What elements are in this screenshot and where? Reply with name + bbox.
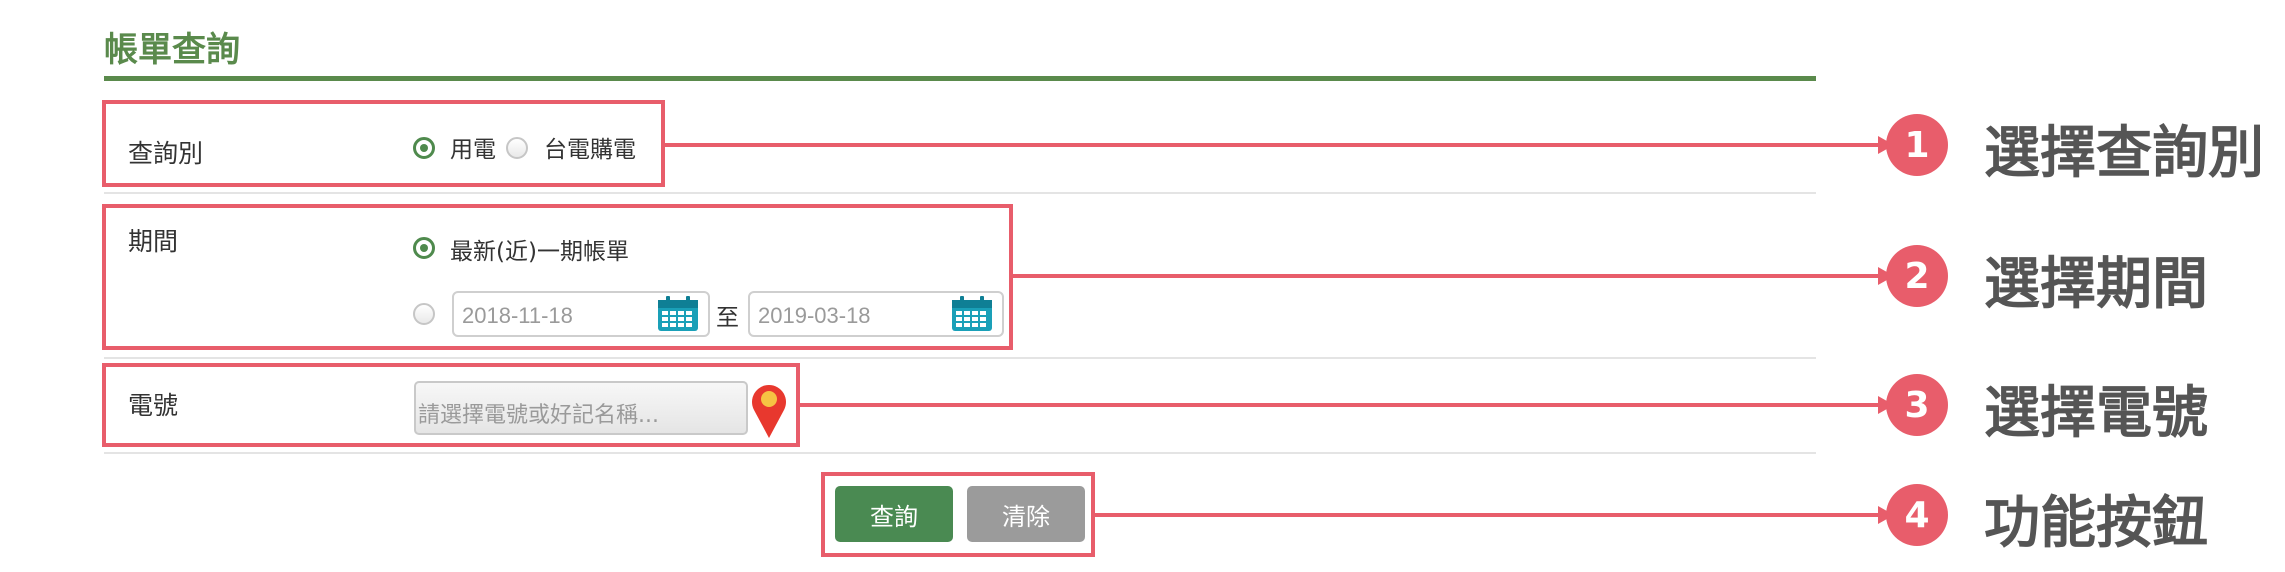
annotation-number-text: 選擇電號 [1984, 381, 2208, 446]
badge-1: 1 [1886, 114, 1948, 176]
annotation-connector [800, 403, 1879, 407]
title-divider [104, 76, 1816, 81]
row-divider [104, 452, 1816, 454]
annotation-buttons-text: 功能按鈕 [1984, 491, 2208, 556]
annotation-box-period [102, 204, 1013, 350]
annotation-box-buttons [821, 472, 1095, 557]
annotation-period-text: 選擇期間 [1984, 252, 2208, 317]
badge-2: 2 [1886, 245, 1948, 307]
annotation-connector [665, 143, 1879, 147]
annotation-connector [1095, 513, 1879, 517]
annotation-box-query-type [102, 100, 665, 187]
row-divider [104, 357, 1816, 359]
badge-4: 4 [1886, 484, 1948, 546]
row-divider [104, 192, 1816, 194]
annotation-connector [1013, 274, 1879, 278]
annotation-query-type-text: 選擇查詢別 [1984, 121, 2264, 186]
page-title: 帳單查詢 [104, 30, 240, 70]
annotation-box-number [102, 363, 800, 447]
badge-3: 3 [1886, 374, 1948, 436]
